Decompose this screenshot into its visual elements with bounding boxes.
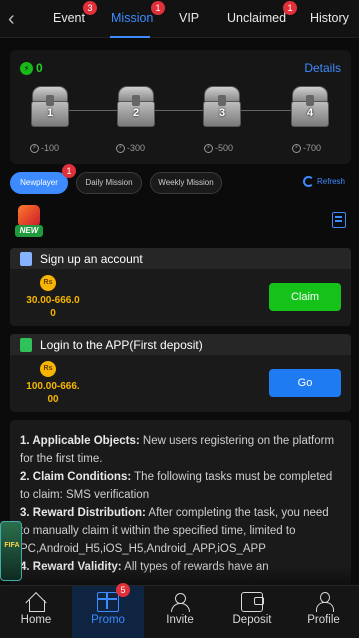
rule-item: 2. Claim Conditions: The following tasks…: [20, 471, 333, 501]
document-icon: [20, 251, 32, 266]
nav-profile[interactable]: Profile: [288, 586, 359, 638]
newplayer-badge: 1: [62, 164, 76, 178]
chest-cost: ⚡ -100: [30, 143, 59, 153]
nav-invite[interactable]: Invite: [144, 586, 216, 638]
gift-icon: [97, 592, 119, 612]
chest-cost: ⚡ -500: [204, 143, 233, 153]
tab-unclaimed[interactable]: Unclaimed 1: [227, 1, 297, 25]
coin-icon: ⚡: [292, 143, 301, 153]
chest-progress-card: ⚡ 0 Details 1 2 3 4 ⚡ -100 ⚡ -300 ⚡ -500 ⚡ -…: [10, 50, 351, 164]
active-tab-indicator: [110, 36, 150, 38]
home-icon: [25, 592, 47, 612]
task-card-login-app: Login to the APP(First deposit) Rs 100.0…: [10, 334, 351, 412]
reward-amount: 100.00-666. 00: [26, 381, 80, 405]
tab-mission-badge: 1: [151, 1, 165, 15]
tab-vip[interactable]: VIP: [179, 11, 199, 25]
tab-unclaimed-badge: 1: [283, 1, 297, 15]
coin-balance: ⚡ 0: [20, 61, 43, 75]
invite-people-icon: [169, 592, 191, 612]
filter-weekly-mission[interactable]: Weekly Mission: [150, 172, 222, 194]
rupee-coin-icon: Rs: [40, 361, 56, 377]
nav-deposit[interactable]: Deposit: [216, 586, 288, 638]
nav-promo[interactable]: Promo 5: [72, 583, 144, 638]
rupee-coin-icon: Rs: [40, 275, 56, 291]
filter-daily-mission[interactable]: Daily Mission: [76, 172, 142, 194]
tab-mission[interactable]: Mission 1: [111, 1, 165, 25]
claim-button[interactable]: Claim: [269, 283, 341, 311]
tab-event[interactable]: Event 3: [53, 1, 97, 25]
rules-panel: 1. Applicable Objects: New users registe…: [10, 420, 351, 590]
coin-icon: ⚡: [116, 143, 125, 153]
tab-history[interactable]: History: [310, 11, 349, 25]
promo-badge: 5: [116, 583, 130, 597]
task-list-icon[interactable]: [332, 212, 346, 228]
chest-cost: ⚡ -300: [116, 143, 145, 153]
top-tab-bar: ‹ Event 3 Mission 1 VIP Unclaimed 1 Hist…: [0, 0, 359, 38]
treasure-chest-icon[interactable]: 3: [202, 86, 242, 128]
rule-item: 3. Reward Distribution: After completing…: [20, 507, 329, 555]
treasure-chest-icon[interactable]: 1: [30, 86, 70, 128]
nav-home[interactable]: Home: [0, 586, 72, 638]
details-link[interactable]: Details: [304, 61, 341, 75]
coin-icon: ⚡: [204, 143, 213, 153]
filter-newplayer[interactable]: Newplayer 1: [10, 164, 76, 194]
task-card-signup: Sign up an account Rs 30.00-666.0 0 Clai…: [10, 248, 351, 326]
coin-icon: ⚡: [30, 143, 39, 153]
progress-track: [40, 110, 320, 111]
wallet-icon: [241, 592, 264, 612]
app-download-icon: [20, 337, 32, 352]
new-gift-icon: NEW: [12, 205, 46, 239]
treasure-chest-icon[interactable]: 2: [116, 86, 156, 128]
chest-cost: ⚡ -700: [292, 143, 321, 153]
rule-item: 1. Applicable Objects: New users registe…: [20, 435, 335, 465]
treasure-chest-icon[interactable]: 4: [290, 86, 330, 128]
refresh-icon: [302, 176, 314, 187]
task-header: Login to the APP(First deposit): [10, 334, 351, 355]
bottom-navigation: Home Promo 5 Invite Deposit Profile: [0, 583, 359, 638]
floating-promo-banner[interactable]: FIFA: [0, 521, 22, 581]
tab-event-badge: 3: [83, 1, 97, 15]
reward-amount: 30.00-666.0 0: [26, 295, 80, 319]
task-header: Sign up an account: [10, 248, 351, 269]
profile-icon: [313, 592, 335, 612]
refresh-button[interactable]: Refresh: [302, 176, 345, 187]
go-button[interactable]: Go: [269, 369, 341, 397]
back-chevron-icon[interactable]: ‹: [8, 9, 24, 29]
lightning-coin-icon: ⚡: [20, 61, 33, 75]
